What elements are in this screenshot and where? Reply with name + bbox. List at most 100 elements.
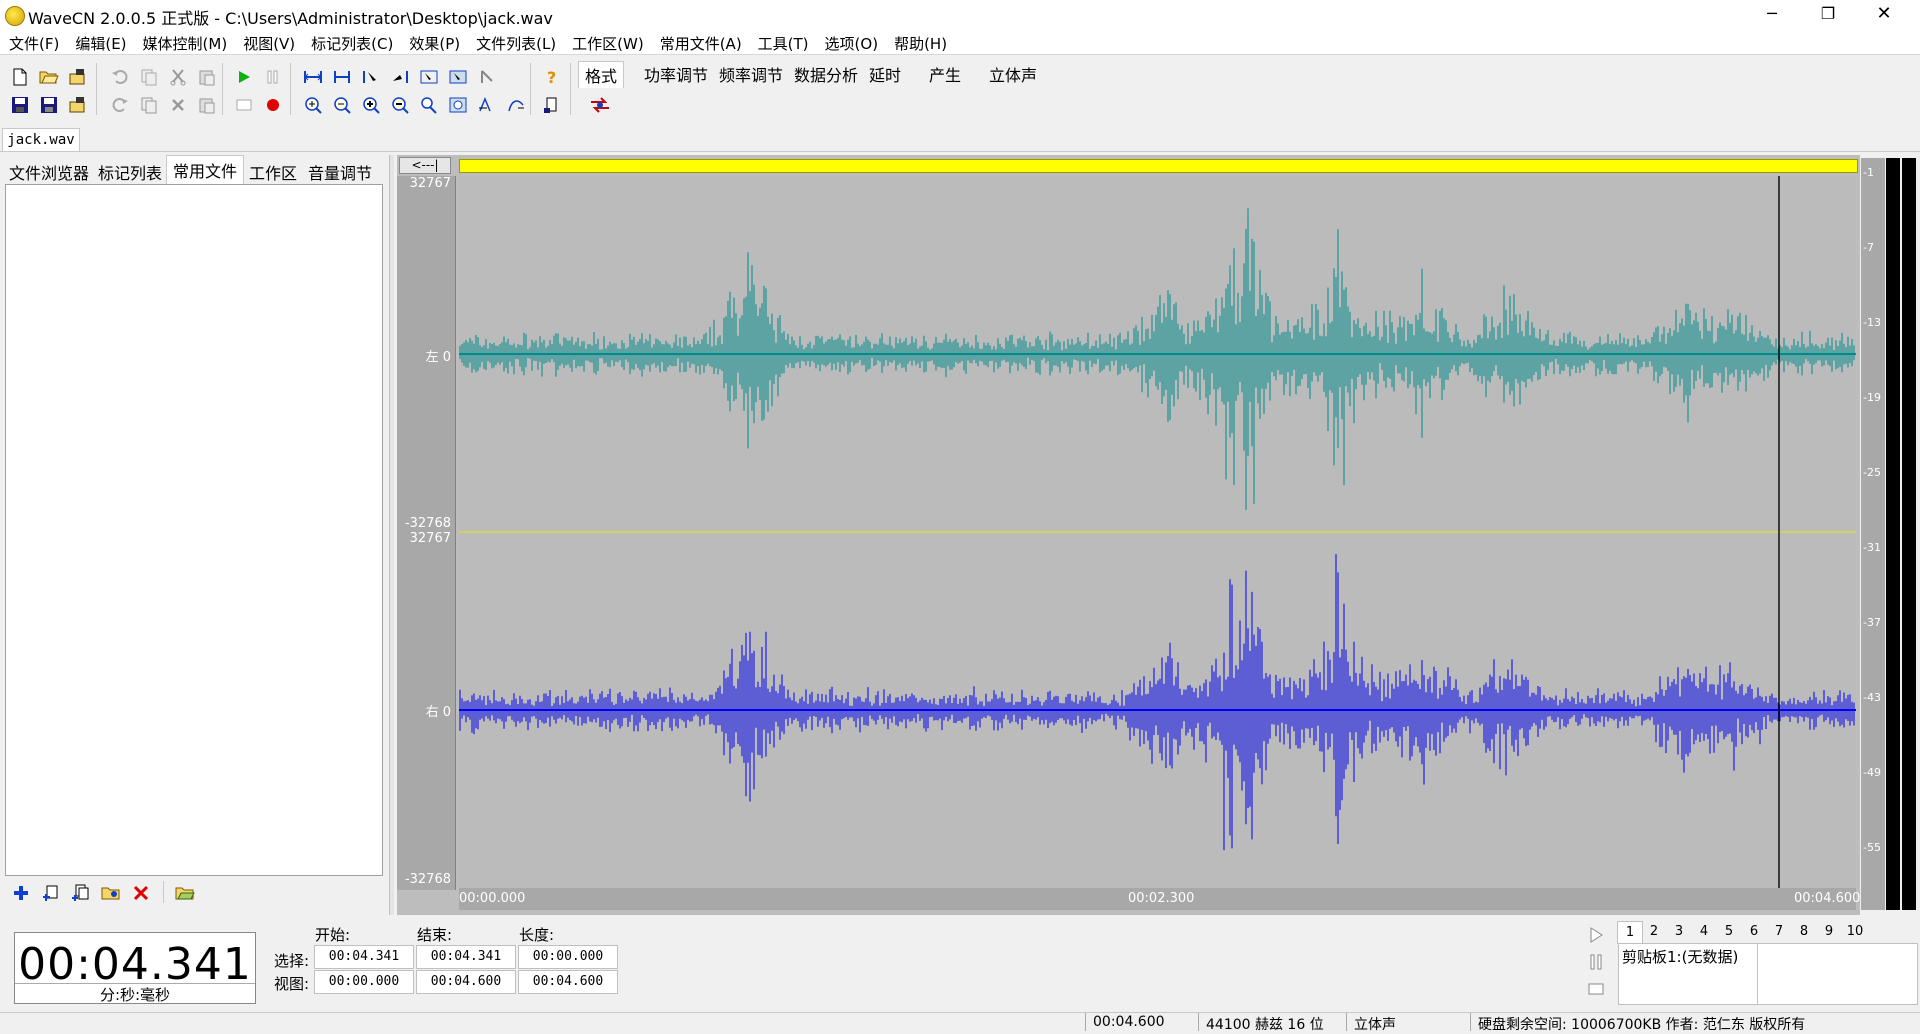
zoom-out-vertical-icon[interactable] xyxy=(388,93,412,117)
select-to-end-icon[interactable] xyxy=(417,65,441,89)
tab-file-browser[interactable]: 文件浏览器 xyxy=(3,158,95,186)
menu-favorites[interactable]: 常用文件(A) xyxy=(651,30,749,54)
delete-icon[interactable] xyxy=(166,93,190,117)
clipboard-tab-2[interactable]: 2 xyxy=(1642,921,1666,943)
play-icon[interactable] xyxy=(232,65,256,89)
favorite-files-list[interactable] xyxy=(5,184,383,876)
help-icon[interactable]: ? xyxy=(540,65,564,89)
copy-to-icon[interactable] xyxy=(137,65,161,89)
time-axis: 00:00.000 00:02.300 00:04.600 xyxy=(459,888,1860,910)
open-recent-icon[interactable] xyxy=(66,65,90,89)
waveform-plot[interactable] xyxy=(459,176,1856,888)
new-file-icon[interactable] xyxy=(8,65,32,89)
select-view-icon[interactable] xyxy=(330,65,354,89)
document-tab[interactable]: jack.wav xyxy=(2,128,80,152)
zoom-out-horizontal-icon[interactable] xyxy=(330,93,354,117)
overview-bar[interactable] xyxy=(459,159,1858,173)
menu-edit[interactable]: 编辑(E) xyxy=(66,30,133,54)
zoom-left-icon[interactable] xyxy=(475,93,499,117)
add-icon[interactable] xyxy=(9,881,33,905)
clipboard-tab-8[interactable]: 8 xyxy=(1792,921,1816,943)
paste-icon[interactable] xyxy=(195,65,219,89)
zoom-right-icon[interactable] xyxy=(504,93,528,117)
menu-file[interactable]: 文件(F) xyxy=(0,30,66,54)
copy-icon[interactable] xyxy=(137,93,161,117)
document-tab-divider xyxy=(0,151,1920,152)
menu-media-control[interactable]: 媒体控制(M) xyxy=(134,30,235,54)
stop-icon[interactable] xyxy=(232,93,256,117)
paste-mix-icon[interactable] xyxy=(195,93,219,117)
remove-icon[interactable] xyxy=(129,881,153,905)
info-icon[interactable] xyxy=(540,93,564,117)
save-icon[interactable] xyxy=(8,93,32,117)
tab-stereo[interactable]: 立体声 xyxy=(983,61,1043,87)
tab-power-adjust[interactable]: 功率调节 xyxy=(638,61,714,87)
cursor-back-icon[interactable] xyxy=(475,65,499,89)
menu-help[interactable]: 帮助(H) xyxy=(885,30,954,54)
wave-right-path xyxy=(459,554,1855,851)
panel-splitter[interactable] xyxy=(389,155,394,915)
zoom-in-horizontal-icon[interactable] xyxy=(301,93,325,117)
view-length-field[interactable]: 00:04.600 xyxy=(518,970,618,994)
tab-favorite-files[interactable]: 常用文件 xyxy=(166,155,245,184)
selection-start-field[interactable]: 00:04.341 xyxy=(314,945,414,969)
zoom-full-icon[interactable] xyxy=(417,93,441,117)
menu-options[interactable]: 选项(O) xyxy=(816,30,886,54)
tab-delay[interactable]: 延时 xyxy=(863,61,907,87)
add-file-icon[interactable] xyxy=(39,881,63,905)
menu-file-list[interactable]: 文件列表(L) xyxy=(467,30,563,54)
tab-volume[interactable]: 音量调节 xyxy=(302,158,378,186)
menu-view[interactable]: 视图(V) xyxy=(234,30,302,54)
open-folder-icon[interactable] xyxy=(173,881,197,905)
menu-tools[interactable]: 工具(T) xyxy=(749,30,816,54)
clipboard-play-icon[interactable] xyxy=(1588,927,1604,943)
menu-effects[interactable]: 效果(P) xyxy=(400,30,467,54)
clipboard-tab-1[interactable]: 1 xyxy=(1617,921,1643,944)
clipboard-tab-3[interactable]: 3 xyxy=(1667,921,1691,943)
redo-icon[interactable] xyxy=(108,93,132,117)
tab-format[interactable]: 格式 xyxy=(578,61,625,88)
tab-workspace[interactable]: 工作区 xyxy=(243,158,303,186)
tab-generate[interactable]: 产生 xyxy=(923,61,967,87)
view-start-field[interactable]: 00:00.000 xyxy=(314,970,414,994)
scroll-back-button[interactable]: <---| xyxy=(399,157,451,174)
clipboard-tab-9[interactable]: 9 xyxy=(1817,921,1841,943)
select-region-icon[interactable] xyxy=(446,65,470,89)
select-all-icon[interactable] xyxy=(301,65,325,89)
clipboard-tab-5[interactable]: 5 xyxy=(1717,921,1741,943)
save-as-icon[interactable] xyxy=(37,93,61,117)
clipboard-tab-6[interactable]: 6 xyxy=(1742,921,1766,943)
tab-marker-list[interactable]: 标记列表 xyxy=(92,158,168,186)
clipboard-tab-10[interactable]: 10 xyxy=(1842,921,1868,943)
select-end-icon[interactable] xyxy=(388,65,412,89)
restore-button[interactable]: ❐ xyxy=(1800,0,1856,30)
save-all-icon[interactable] xyxy=(66,93,90,117)
tab-frequency-adjust[interactable]: 频率调节 xyxy=(713,61,789,87)
clipboard-pause-icon[interactable] xyxy=(1588,954,1604,970)
format-convert-icon[interactable] xyxy=(588,93,612,117)
open-folder-icon[interactable] xyxy=(37,65,61,89)
pause-icon[interactable] xyxy=(261,65,285,89)
add-files-icon[interactable] xyxy=(69,881,93,905)
minimize-button[interactable]: ─ xyxy=(1744,0,1800,30)
menu-marker-list[interactable]: 标记列表(C) xyxy=(302,30,400,54)
record-icon[interactable] xyxy=(261,93,285,117)
selection-end-field[interactable]: 00:04.341 xyxy=(416,945,516,969)
clipboard-stop-icon[interactable] xyxy=(1588,981,1604,997)
menu-workspace[interactable]: 工作区(W) xyxy=(563,30,651,54)
tab-data-analysis[interactable]: 数据分析 xyxy=(788,61,864,87)
zoom-in-vertical-icon[interactable] xyxy=(359,93,383,117)
title-bar: WaveCN 2.0.0.5 正式版 - C:\Users\Administra… xyxy=(0,0,1920,30)
view-end-field[interactable]: 00:04.600 xyxy=(416,970,516,994)
add-folder-icon[interactable] xyxy=(99,881,123,905)
status-bar: 00:04.600 44100 赫兹 16 位 立体声 硬盘剩余空间: 1000… xyxy=(0,1012,1920,1033)
close-button[interactable]: ✕ xyxy=(1856,0,1912,30)
clipboard-tab-7[interactable]: 7 xyxy=(1767,921,1791,943)
select-start-icon[interactable] xyxy=(359,65,383,89)
clipboard-tab-4[interactable]: 4 xyxy=(1692,921,1716,943)
cut-icon[interactable] xyxy=(166,65,190,89)
undo-icon[interactable] xyxy=(108,65,132,89)
meter-label: -55 xyxy=(1863,841,1881,854)
selection-length-field[interactable]: 00:00.000 xyxy=(518,945,618,969)
zoom-selection-icon[interactable] xyxy=(446,93,470,117)
